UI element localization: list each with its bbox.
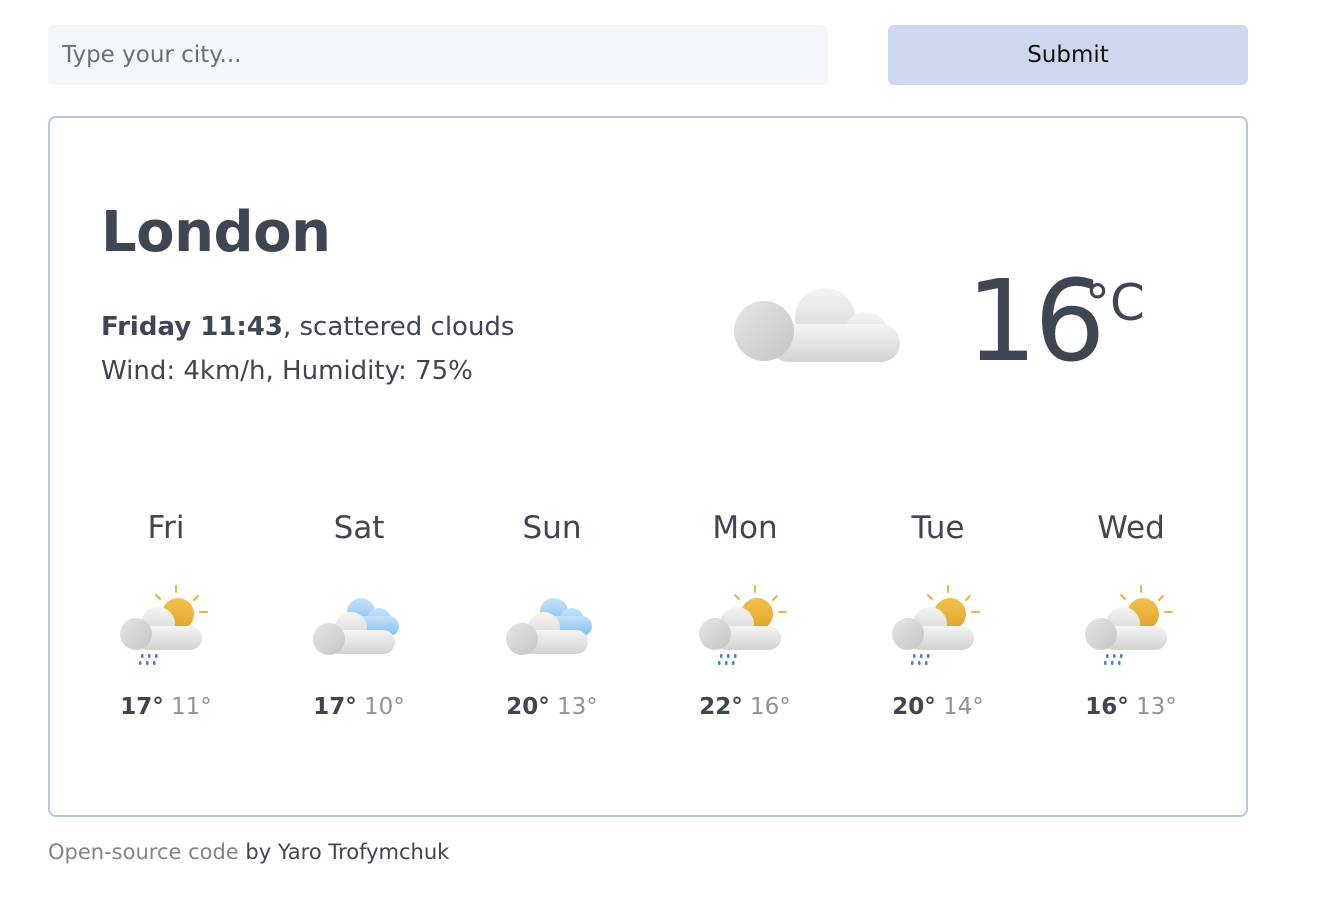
forecast-day-name: Fri bbox=[147, 510, 185, 546]
forecast-day-name: Tue bbox=[911, 510, 965, 546]
rain-sun-icon bbox=[892, 585, 980, 665]
forecast-min: 13° bbox=[557, 694, 598, 720]
forecast-max: 16° bbox=[1085, 694, 1129, 720]
forecast-min: 13° bbox=[1136, 694, 1177, 720]
forecast-day-name: Sun bbox=[522, 510, 582, 546]
rain-sun-icon bbox=[1085, 585, 1173, 665]
forecast-min: 11° bbox=[171, 694, 212, 720]
current-temperature: 16 bbox=[966, 257, 1106, 387]
city-name: London bbox=[101, 200, 331, 265]
forecast-day: Fri 17° 11° bbox=[70, 508, 262, 720]
weather-card: London Friday 11:43, scattered clouds Wi… bbox=[48, 116, 1248, 817]
forecast-max: 17° bbox=[313, 694, 357, 720]
forecast-min: 14° bbox=[943, 694, 984, 720]
forecast-temps: 20° 13° bbox=[456, 694, 648, 720]
forecast-day: Sat 17° 10° bbox=[263, 508, 455, 720]
date-condition-line: Friday 11:43, scattered clouds bbox=[101, 312, 514, 342]
author-credit: by Yaro Trofymchuk bbox=[238, 840, 450, 864]
submit-button[interactable]: Submit bbox=[888, 25, 1248, 85]
forecast-day: Tue 20° 14° bbox=[842, 508, 1034, 720]
open-source-link[interactable]: Open-source code bbox=[48, 840, 239, 864]
forecast-temps: 20° 14° bbox=[842, 694, 1034, 720]
forecast-day: Sun 20° 13° bbox=[456, 508, 648, 720]
wind-humidity-text: Wind: 4km/h, Humidity: 75% bbox=[101, 356, 473, 386]
cloud-icon bbox=[734, 288, 900, 362]
forecast-temps: 17° 10° bbox=[263, 694, 455, 720]
forecast-max: 17° bbox=[120, 694, 164, 720]
forecast-day: Wed 16° 13° bbox=[1035, 508, 1227, 720]
forecast-temps: 17° 11° bbox=[70, 694, 262, 720]
footer: Open-source code by Yaro Trofymchuk bbox=[48, 840, 449, 864]
forecast-max: 22° bbox=[699, 694, 743, 720]
condition-text: , scattered clouds bbox=[282, 312, 515, 342]
forecast-temps: 16° 13° bbox=[1035, 694, 1227, 720]
forecast-min: 10° bbox=[364, 694, 405, 720]
search-form: Submit bbox=[48, 25, 1248, 85]
forecast-row: Fri 17° 11° Sat 17° 10° Sun 20° 13° Mon … bbox=[50, 508, 1250, 748]
forecast-day-name: Sat bbox=[333, 510, 385, 546]
forecast-min: 16° bbox=[750, 694, 791, 720]
clouds-icon bbox=[506, 598, 592, 655]
rain-sun-icon bbox=[699, 585, 787, 665]
forecast-max: 20° bbox=[892, 694, 936, 720]
forecast-max: 20° bbox=[506, 694, 550, 720]
forecast-day: Mon 22° 16° bbox=[649, 508, 841, 720]
forecast-day-name: Mon bbox=[712, 510, 778, 546]
clouds-icon bbox=[313, 598, 399, 655]
day-time: Friday 11:43 bbox=[101, 312, 283, 342]
forecast-day-name: Wed bbox=[1097, 510, 1165, 546]
temperature-unit: °C bbox=[1085, 274, 1145, 332]
rain-sun-icon bbox=[120, 585, 208, 665]
forecast-temps: 22° 16° bbox=[649, 694, 841, 720]
city-search-input[interactable] bbox=[48, 25, 828, 85]
